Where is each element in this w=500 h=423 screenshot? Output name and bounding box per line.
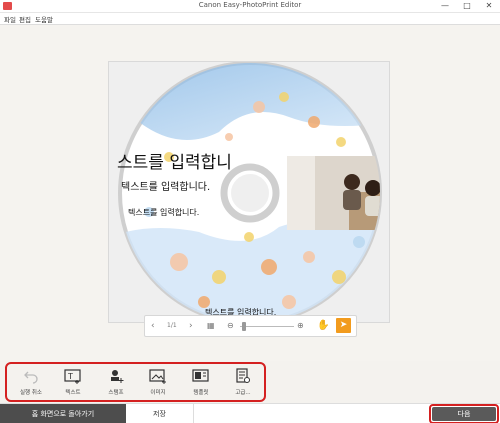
image-label: 이미지 <box>150 390 166 396</box>
disc-label[interactable]: 스트를 입력합니 텍스트를 입력합니다. 텍스트를 입력합니다. 텍스트를 입력… <box>109 62 391 324</box>
stamp-button[interactable]: 스탬프 <box>96 368 136 400</box>
select-tool-icon[interactable]: ➤ <box>336 318 351 333</box>
text-button[interactable]: T 텍스트 <box>53 368 93 400</box>
disc-text-medium[interactable]: 텍스트를 입력합니다. <box>121 180 210 193</box>
next-button[interactable]: 다음 <box>432 407 496 421</box>
zoom-in-icon[interactable]: ⊕ <box>297 319 304 333</box>
page-indicator: 1/1 <box>167 322 177 329</box>
save-button[interactable]: 저장 <box>126 404 194 423</box>
menu-edit[interactable]: 편집 <box>19 14 31 24</box>
photo-image[interactable] <box>287 156 391 230</box>
image-button[interactable]: 이미지 <box>138 368 178 400</box>
template-button[interactable]: 템플릿 <box>181 368 221 400</box>
stamp-label: 스탬프 <box>108 390 124 396</box>
editor-area: 스트를 입력합니 텍스트를 입력합니다. 텍스트를 입력합니다. 텍스트를 입력… <box>0 25 500 361</box>
prev-page-button[interactable]: ‹ <box>151 319 155 333</box>
image-icon <box>149 369 166 384</box>
menu-help[interactable]: 도움말 <box>35 14 53 24</box>
disc-center-hole <box>231 174 269 212</box>
advanced-button[interactable]: 고급... <box>223 368 263 400</box>
zoom-navigation-bar: ‹ 1/1 › ▦ ⊖ ⊕ ✋ ➤ <box>144 315 357 337</box>
back-to-home-button[interactable]: 홈 화면으로 돌아가기 <box>0 404 126 423</box>
template-icon <box>192 369 209 382</box>
undo-icon <box>24 371 38 384</box>
disc-text-small[interactable]: 텍스트를 입력합니다. <box>128 207 199 217</box>
text-box-icon: T <box>64 369 81 384</box>
next-page-button[interactable]: › <box>189 319 193 333</box>
svg-text:T: T <box>67 372 73 381</box>
close-button[interactable]: ✕ <box>478 0 500 12</box>
menu-bar: 파일 편집 도움말 <box>0 13 500 25</box>
undo-button[interactable]: 실행 취소 <box>11 368 51 400</box>
text-label: 텍스트 <box>65 390 81 396</box>
disc-text-large[interactable]: 스트를 입력합니 <box>117 153 232 173</box>
menu-file[interactable]: 파일 <box>4 14 16 24</box>
minimize-button[interactable]: — <box>434 0 456 12</box>
undo-label: 실행 취소 <box>20 390 42 396</box>
title-bar: Canon Easy-PhotoPrint Editor — □ ✕ <box>0 0 500 13</box>
window-title: Canon Easy-PhotoPrint Editor <box>198 1 302 9</box>
template-label: 템플릿 <box>193 390 209 396</box>
grid-icon[interactable]: ▦ <box>207 319 215 333</box>
advanced-label: 고급... <box>235 390 251 396</box>
advanced-icon <box>236 368 250 383</box>
tool-palette: 실행 취소 T 텍스트 스탬프 이미지 템플릿 고급... <box>5 362 266 402</box>
stamp-icon <box>111 370 124 383</box>
next-button-highlight: 다음 <box>429 404 499 423</box>
maximize-button[interactable]: □ <box>456 0 478 12</box>
hand-tool-icon[interactable]: ✋ <box>317 319 329 333</box>
zoom-out-icon[interactable]: ⊖ <box>227 319 234 333</box>
bottom-bar: 홈 화면으로 돌아가기 저장 다음 <box>0 403 500 423</box>
edit-canvas: 스트를 입력합니 텍스트를 입력합니다. 텍스트를 입력합니다. 텍스트를 입력… <box>108 61 391 324</box>
zoom-slider-thumb[interactable] <box>242 322 246 331</box>
zoom-slider-track[interactable] <box>240 326 294 327</box>
